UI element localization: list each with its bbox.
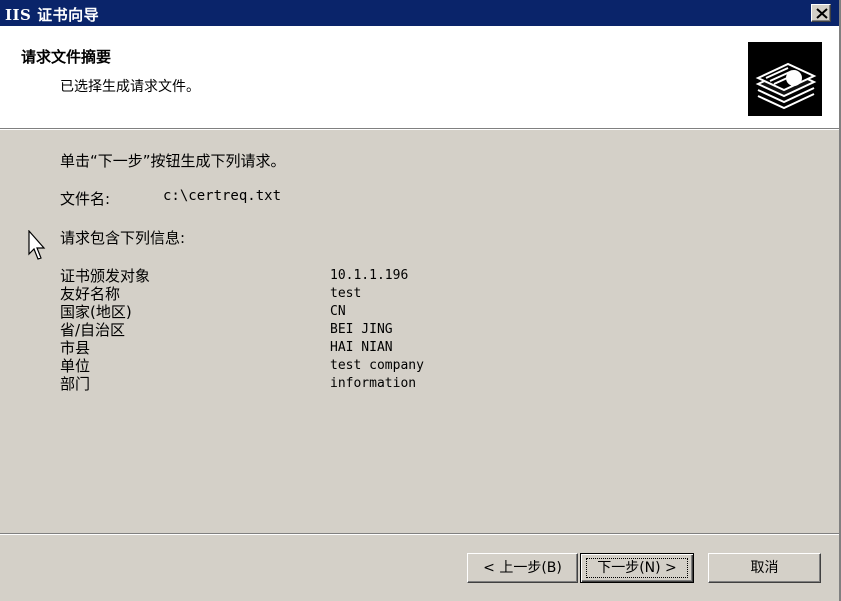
list-item: 国家(地区) CN [60, 304, 560, 322]
list-item: 部门 information [60, 376, 560, 394]
list-item: 友好名称 test [60, 286, 560, 304]
field-value: BEI JING [330, 322, 393, 337]
button-separator [0, 533, 839, 535]
field-label: 市县 [60, 339, 91, 357]
mouse-cursor-icon [28, 230, 46, 260]
field-value: HAI NIAN [330, 340, 393, 355]
page-subtitle: 已选择生成请求文件。 [60, 79, 200, 95]
field-label: 部门 [60, 375, 91, 393]
next-button-label: 下一步(N) > [597, 560, 677, 576]
field-label: 国家(地区) [60, 303, 132, 321]
wizard-content: 单击“下一步”按钮生成下列请求。 文件名: c:\certreq.txt 请求包… [0, 130, 839, 533]
info-label: 请求包含下列信息: [60, 229, 186, 247]
field-label: 证书颁发对象 [60, 267, 151, 285]
field-label: 单位 [60, 357, 91, 375]
back-button[interactable]: < 上一步(B) [467, 553, 578, 583]
field-label: 省/自治区 [60, 321, 126, 339]
request-info-list: 证书颁发对象 10.1.1.196 友好名称 test 国家(地区) CN 省/… [60, 268, 560, 394]
field-value: 10.1.1.196 [330, 268, 409, 283]
certificate-wizard-icon [748, 42, 822, 116]
list-item: 单位 test company [60, 358, 560, 376]
next-button[interactable]: 下一步(N) > [580, 553, 694, 583]
title-bar[interactable]: IIS 证书向导 [0, 0, 839, 26]
filename-label: 文件名: [60, 190, 111, 208]
list-item: 证书颁发对象 10.1.1.196 [60, 268, 560, 286]
list-item: 市县 HAI NIAN [60, 340, 560, 358]
close-button[interactable] [811, 4, 831, 22]
field-value: information [330, 376, 417, 391]
field-value: test [330, 286, 362, 301]
window-title: IIS 证书向导 [5, 6, 100, 24]
list-item: 省/自治区 BEI JING [60, 322, 560, 340]
cancel-button[interactable]: 取消 [708, 553, 821, 583]
page-title: 请求文件摘要 [21, 48, 112, 66]
field-label: 友好名称 [60, 285, 121, 303]
field-value: CN [330, 304, 346, 319]
wizard-header: 请求文件摘要 已选择生成请求文件。 [0, 26, 839, 130]
close-icon [816, 8, 828, 19]
instruction-text: 单击“下一步”按钮生成下列请求。 [60, 152, 286, 170]
field-value: test company [330, 358, 424, 373]
wizard-window: IIS 证书向导 请求文件摘要 已选择生成请求文件。 单击“下一步”按钮生成下列… [0, 0, 841, 601]
filename-value: c:\certreq.txt [163, 188, 282, 204]
